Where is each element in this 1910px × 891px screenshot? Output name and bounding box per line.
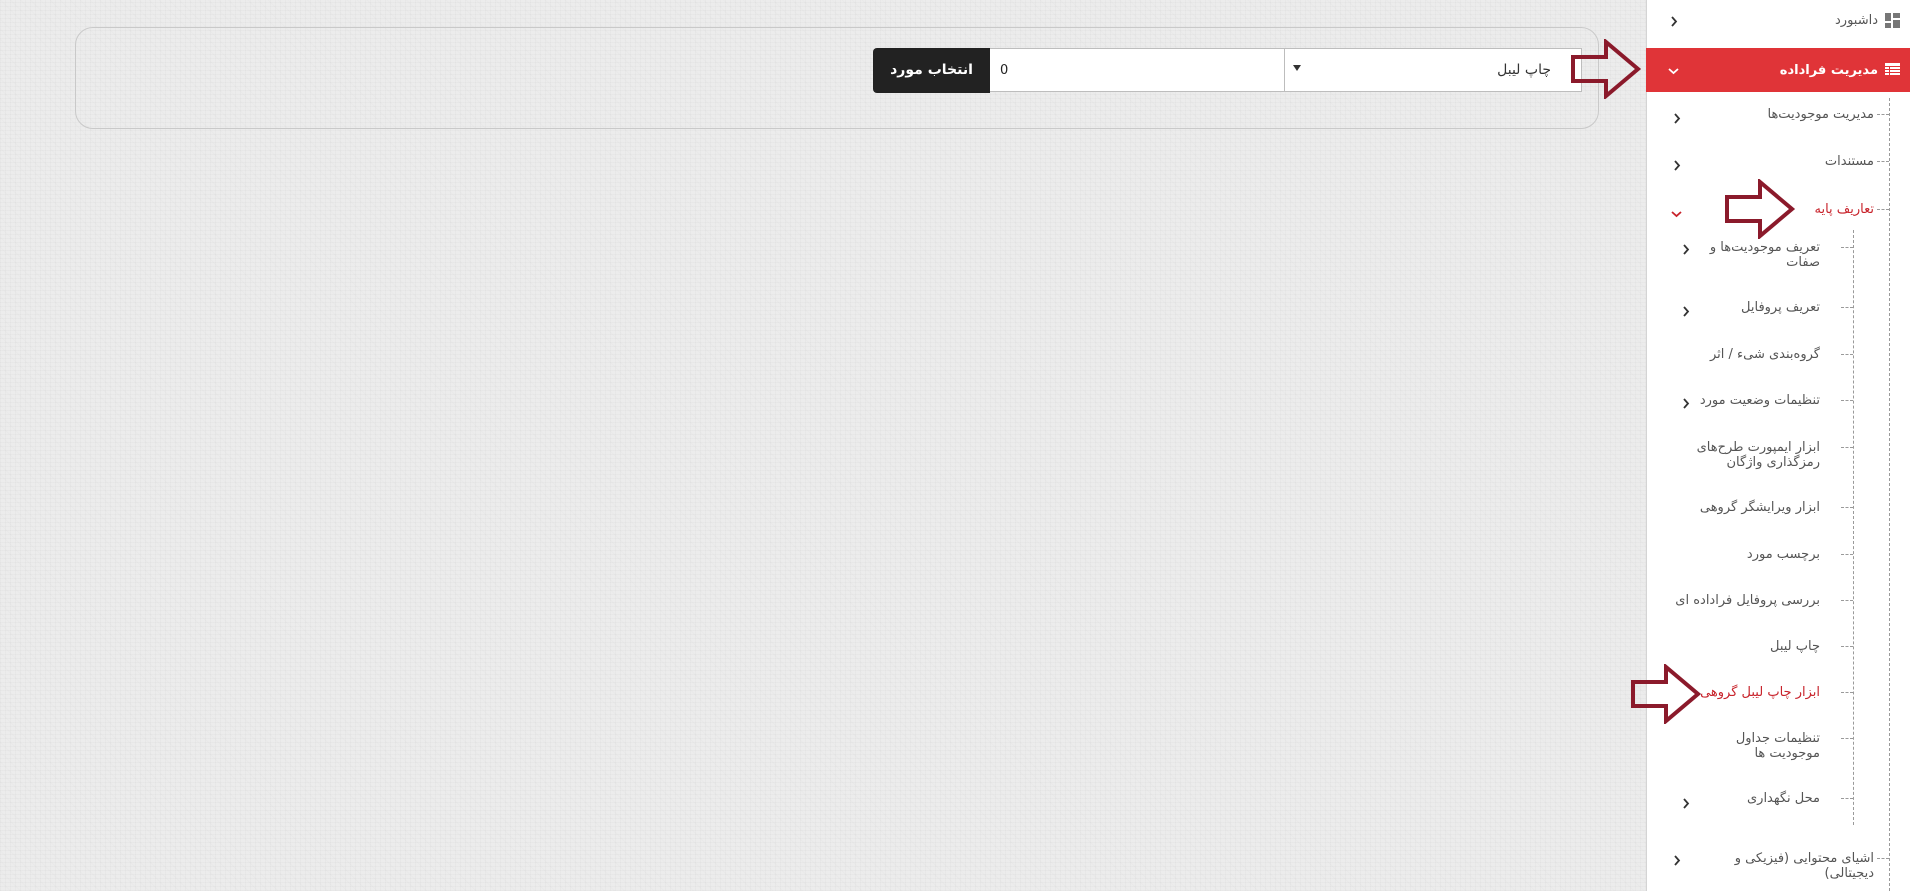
select-item-button[interactable]: انتخاب مورد <box>873 48 990 93</box>
tree-connector <box>1841 507 1853 508</box>
tree-connector <box>1841 307 1853 308</box>
sidebar-subitem-import-tool[interactable]: ابزار ایمپورت طرح‌های رمزگذاری واژگان <box>1646 440 1910 474</box>
sidebar-item-documents-label: مستندات <box>1824 154 1874 169</box>
sidebar-subitem-batch-editor[interactable]: ابزار ویرایشگر گروهی <box>1646 500 1910 522</box>
chevron-down-icon <box>1668 67 1679 75</box>
chevron-right-icon <box>1673 113 1681 124</box>
tree-connector <box>1877 114 1889 115</box>
sidebar-subitem-label: برچسب مورد <box>1746 547 1820 562</box>
chevron-right-icon <box>1673 160 1681 171</box>
sidebar-subitem-print-label[interactable]: چاپ لیبل <box>1646 639 1910 661</box>
tree-connector <box>1841 554 1853 555</box>
sidebar-subitem-entity-tables-settings[interactable]: تنظیمات جداول موجودیت ها <box>1646 731 1910 765</box>
sidebar-item-basic-definitions-label: تعاریف پایه <box>1814 202 1874 217</box>
sidebar-item-dashboard-label: داشبورد <box>1835 13 1878 28</box>
sidebar-subitem-item-status-settings[interactable]: تنظیمات وضعیت مورد <box>1646 393 1910 415</box>
sidebar-item-metadata-management-label: مدیریت فرادادە <box>1779 63 1878 78</box>
chevron-right-icon <box>1673 855 1681 866</box>
chevron-down-icon <box>1671 210 1682 218</box>
tree-connector <box>1841 798 1853 799</box>
table-icon <box>1885 62 1900 77</box>
sidebar-subitem-label: چاپ لیبل <box>1769 639 1820 654</box>
sidebar-subitem-entity-definitions[interactable]: تعریف موجودیت‌ها و صفات <box>1646 240 1910 274</box>
tree-connector <box>1841 247 1853 248</box>
tree-connector <box>1841 738 1853 739</box>
tree-connector <box>1841 646 1853 647</box>
sidebar-item-entity-management[interactable]: مدیریت موجودیت‌ها <box>1646 107 1910 129</box>
sidebar-item-content-objects-label: اشیای محتوایی (فیزیکی و دیجیتالی) <box>1734 851 1874 881</box>
tree-connector <box>1877 161 1889 162</box>
sidebar-subitem-item-tag[interactable]: برچسب مورد <box>1646 547 1910 569</box>
dashboard-icon <box>1885 13 1900 28</box>
sidebar-subitem-label: گروه‌بندی شیء / اثر <box>1709 347 1820 362</box>
sidebar-subitem-label: بررسی پروفایل فرادادە ای <box>1675 593 1820 608</box>
tree-connector <box>1841 354 1853 355</box>
chevron-right-icon <box>1682 398 1690 409</box>
sidebar-item-content-objects[interactable]: اشیای محتوایی (فیزیکی و دیجیتالی) <box>1646 851 1910 885</box>
tree-connector <box>1877 858 1889 859</box>
outline-arrow-right-icon <box>1571 39 1642 99</box>
tree-connector <box>1841 447 1853 448</box>
sidebar-item-metadata-management[interactable]: مدیریت فرادادە <box>1646 48 1910 92</box>
sidebar-subitem-label: تنظیمات وضعیت مورد <box>1699 393 1820 408</box>
outline-arrow-right-icon <box>1631 664 1702 724</box>
sidebar-item-entity-management-label: مدیریت موجودیت‌ها <box>1767 107 1874 122</box>
outline-arrow-right-icon <box>1725 179 1796 239</box>
caret-down-icon <box>1293 65 1301 71</box>
tree-connector <box>1841 692 1853 693</box>
sidebar-subitem-profile-definition[interactable]: تعریف پروفایل <box>1646 300 1910 322</box>
chevron-right-icon <box>1682 244 1690 255</box>
sidebar-subitem-label: محل نگهداری <box>1746 791 1820 806</box>
sidebar-subitem-label: ابزار ایمپورت طرح‌های رمزگذاری واژگان <box>1696 440 1820 470</box>
tree-connector <box>1841 600 1853 601</box>
sidebar-subitem-storage-location[interactable]: محل نگهداری <box>1646 791 1910 813</box>
sidebar-subitem-label: تنظیمات جداول موجودیت ها <box>1735 731 1820 761</box>
sidebar-subitem-label: ابزار چاپ لیبل گروهی <box>1700 685 1820 700</box>
sidebar-subitem-object-grouping[interactable]: گروه‌بندی شیء / اثر <box>1646 347 1910 369</box>
print-type-select-value: چاپ لیبل <box>1497 62 1551 78</box>
sidebar-item-documents[interactable]: مستندات <box>1646 154 1910 176</box>
tree-connector <box>1877 209 1889 210</box>
sidebar-subitem-label: تعریف موجودیت‌ها و صفات <box>1709 240 1820 270</box>
chevron-right-icon <box>1682 798 1690 809</box>
chevron-right-icon <box>1682 306 1690 317</box>
sidebar-subitem-label: تعریف پروفایل <box>1741 300 1820 315</box>
chevron-right-icon <box>1670 16 1678 27</box>
count-input[interactable] <box>989 48 1285 92</box>
tree-connector <box>1841 400 1853 401</box>
print-type-select[interactable]: چاپ لیبل <box>1284 48 1582 92</box>
sidebar-subitem-profile-check[interactable]: بررسی پروفایل فرادادە ای <box>1646 593 1910 615</box>
sidebar-subitem-label: ابزار ویرایشگر گروهی <box>1699 500 1820 515</box>
sidebar-item-dashboard[interactable]: داشبورد <box>1646 0 1910 42</box>
